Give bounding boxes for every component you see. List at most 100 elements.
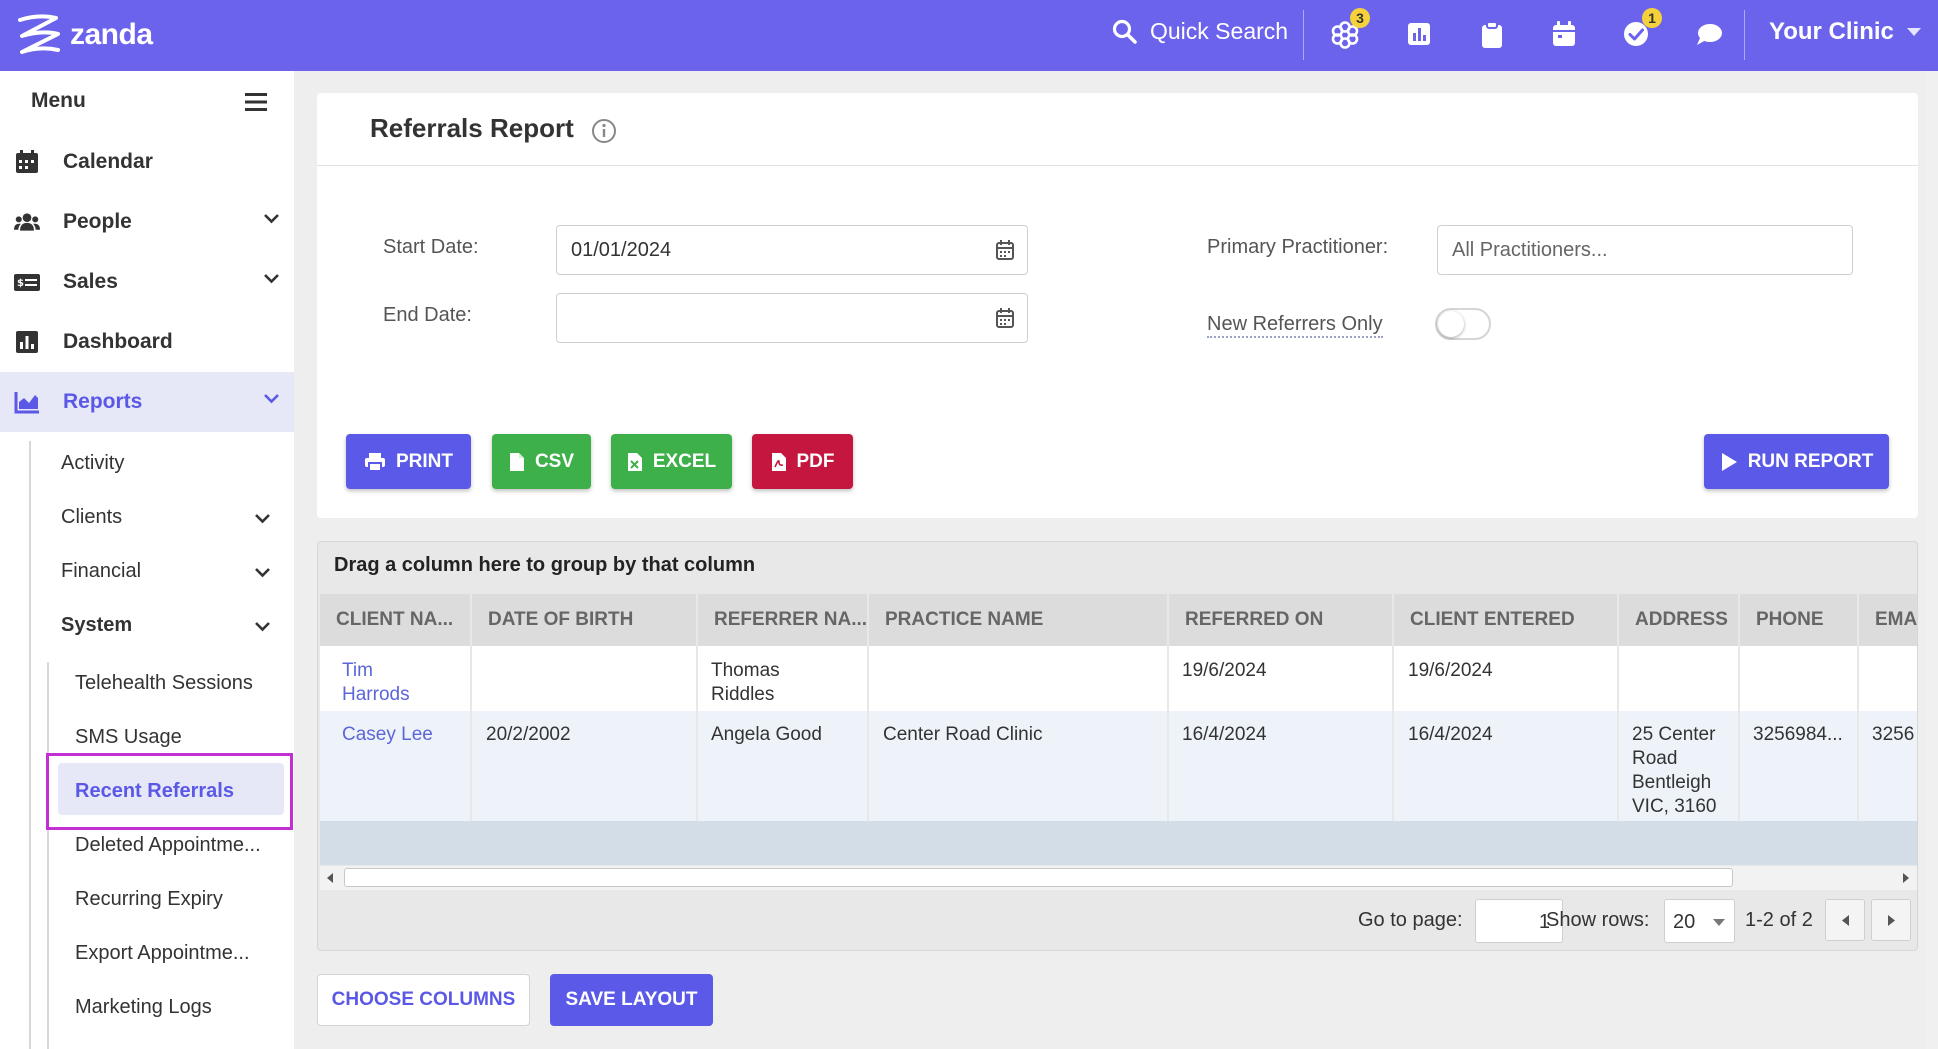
file-excel-icon [627, 452, 642, 471]
new-referrers-toggle[interactable] [1435, 308, 1491, 340]
run-report-button[interactable]: RUN REPORT [1704, 434, 1889, 489]
tasks-button[interactable]: 1 [1622, 8, 1662, 50]
choose-columns-button[interactable]: CHOOSE COLUMNS [317, 974, 530, 1026]
column-header-client-name[interactable]: CLIENT NA... [320, 594, 470, 646]
column-header-email[interactable]: EMAI [1859, 594, 1917, 646]
column-header-address[interactable]: ADDRESS [1619, 594, 1738, 646]
sidebar-subitem-activity[interactable]: Activity [61, 452, 124, 475]
column-separator [1392, 646, 1394, 821]
chevron-down-icon[interactable] [254, 621, 271, 632]
printer-icon [365, 452, 385, 472]
sidebar-subitem-recent-referrals[interactable]: Recent Referrals [75, 780, 234, 803]
column-separator [1167, 646, 1169, 821]
caret-down-icon [1906, 28, 1921, 36]
print-button[interactable]: PRINT [346, 434, 471, 489]
page-scrollbar[interactable] [1926, 71, 1938, 1049]
pdf-button[interactable]: PDF [752, 434, 853, 489]
sidebar-subitem-financial[interactable]: Financial [61, 560, 141, 583]
page-range: 1-2 of 2 [1745, 909, 1813, 931]
column-separator [696, 646, 698, 821]
hamburger-icon[interactable] [245, 93, 267, 111]
sidebar: Menu Calendar People $ Sales Dashboard R… [0, 71, 294, 1049]
sidebar-subitem-clients[interactable]: Clients [61, 506, 122, 529]
sidebar-subitem-marketing-logs[interactable]: Marketing Logs [75, 996, 212, 1019]
column-header-referrer-name[interactable]: REFERRER NA... [698, 594, 867, 646]
chevron-left-icon [1841, 914, 1849, 926]
end-date-input[interactable] [556, 293, 1028, 343]
print-label: PRINT [396, 450, 453, 472]
csv-button[interactable]: CSV [492, 434, 591, 489]
cell-client-name[interactable]: Casey Lee [342, 723, 433, 747]
cell-client-name[interactable]: Tim Harrods [342, 659, 410, 707]
primary-practitioner-select[interactable]: All Practitioners... [1437, 225, 1853, 275]
start-date-value: 01/01/2024 [571, 239, 672, 261]
group-by-dropzone[interactable]: Drag a column here to group by that colu… [334, 554, 755, 577]
cell-client-entered: 19/6/2024 [1408, 660, 1493, 681]
sidebar-item-label: Dashboard [63, 330, 173, 353]
sidebar-item-label: Sales [63, 270, 118, 293]
cell-referred-on: 16/4/2024 [1182, 724, 1267, 745]
column-header-date-of-birth[interactable]: DATE OF BIRTH [472, 594, 696, 646]
file-csv-icon [509, 452, 524, 471]
quick-search-button[interactable]: Quick Search [1112, 18, 1288, 45]
column-header-practice-name[interactable]: PRACTICE NAME [869, 594, 1167, 646]
previous-page-button[interactable] [1825, 899, 1865, 941]
rows-per-page-select[interactable]: 20 [1664, 899, 1735, 943]
next-page-button[interactable] [1871, 899, 1911, 941]
divider [1744, 10, 1745, 60]
sidebar-subitem-deleted-appointments[interactable]: Deleted Appointme... [75, 834, 261, 857]
reports-shortcut-button[interactable] [1405, 20, 1435, 50]
sidebar-subitem-recurring-expiry[interactable]: Recurring Expiry [75, 888, 223, 911]
calendar-icon [16, 150, 38, 173]
cell-phone: 3256984... [1753, 724, 1843, 745]
excel-label: EXCEL [652, 450, 717, 472]
column-header-client-entered[interactable]: CLIENT ENTERED [1394, 594, 1617, 646]
scroll-left-icon[interactable] [326, 872, 334, 884]
chevron-down-icon[interactable] [254, 513, 271, 524]
sidebar-item-label: Calendar [63, 150, 153, 173]
zanda-logo[interactable]: zanda [14, 12, 153, 58]
save-layout-button[interactable]: SAVE LAYOUT [550, 974, 713, 1026]
sidebar-item-calendar[interactable]: Calendar [0, 132, 294, 192]
submenu-line [29, 441, 31, 1049]
cell-email: 3256 [1872, 724, 1915, 745]
sidebar-item-dashboard[interactable]: Dashboard [0, 312, 294, 372]
scrollbar-thumb[interactable] [344, 868, 1733, 887]
sidebar-subitem-telehealth-sessions[interactable]: Telehealth Sessions [75, 672, 253, 695]
sidebar-item-label: Reports [63, 390, 143, 413]
apps-button[interactable]: 3 [1330, 8, 1370, 50]
sidebar-subitem-system[interactable]: System [61, 614, 132, 637]
calendar-icon[interactable] [995, 239, 1015, 261]
messages-button[interactable] [1694, 20, 1724, 50]
column-header-phone[interactable]: PHONE [1740, 594, 1857, 646]
clinic-name: Your Clinic [1769, 18, 1894, 45]
column-header-referred-on[interactable]: REFERRED ON [1169, 594, 1392, 646]
scroll-right-icon[interactable] [1902, 872, 1910, 884]
excel-button[interactable]: EXCEL [611, 434, 732, 489]
sidebar-subitem-export-appointments[interactable]: Export Appointme... [75, 942, 250, 965]
cell-practice-name: Center Road Clinic [883, 724, 1043, 745]
horizontal-scrollbar[interactable] [320, 866, 1917, 890]
chevron-right-icon [1887, 914, 1895, 926]
top-navbar: zanda Quick Search 3 1 Your Clinic [0, 0, 1938, 71]
column-separator [1617, 646, 1619, 821]
calendar-shortcut-button[interactable] [1550, 20, 1580, 50]
start-date-input[interactable]: 01/01/2024 [556, 225, 1028, 275]
chevron-down-icon [264, 394, 279, 404]
bar-chart-icon [1408, 23, 1430, 45]
cell-address: 25 Center Road Bentleigh VIC, 3160 [1632, 724, 1717, 817]
sidebar-item-people[interactable]: People [0, 192, 294, 252]
sidebar-item-sales[interactable]: $ Sales [0, 252, 294, 312]
file-pdf-icon [771, 452, 786, 471]
clipboard-button[interactable] [1478, 20, 1508, 50]
calendar-icon[interactable] [995, 307, 1015, 329]
sidebar-item-reports[interactable]: Reports [0, 372, 294, 432]
chevron-down-icon[interactable] [254, 567, 271, 578]
quick-search-label: Quick Search [1150, 18, 1289, 44]
clinic-selector[interactable]: Your Clinic [1769, 18, 1922, 46]
menu-heading: Menu [31, 89, 86, 112]
practitioner-placeholder: All Practitioners... [1452, 239, 1608, 261]
sidebar-subitem-sms-usage[interactable]: SMS Usage [75, 726, 182, 749]
info-icon[interactable] [591, 118, 617, 144]
table-row[interactable] [320, 646, 1917, 711]
